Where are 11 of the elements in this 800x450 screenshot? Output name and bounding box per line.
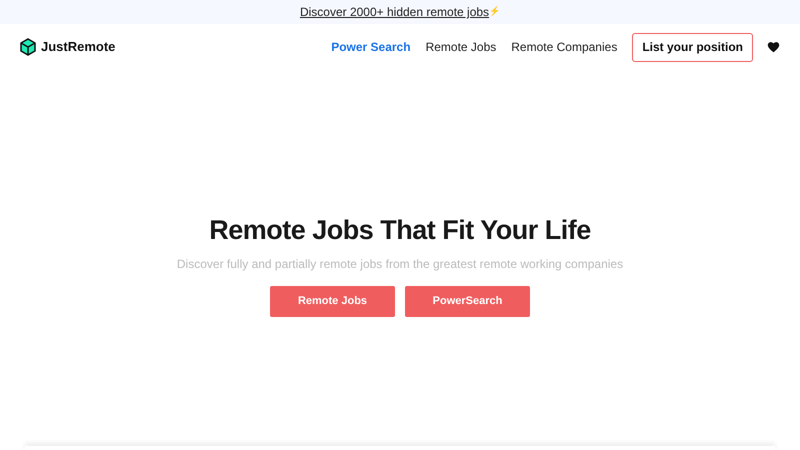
nav-link[interactable]: Power Search — [331, 38, 411, 56]
list-position-button[interactable]: List your position — [632, 32, 753, 62]
nav-link[interactable]: Remote Jobs — [426, 38, 496, 56]
logo-icon — [20, 38, 36, 56]
heart-icon[interactable] — [767, 41, 780, 53]
hero-subtitle: Discover fully and partially remote jobs from the greatest remote working companies — [176, 256, 624, 272]
logo-text: JustRemote — [41, 38, 116, 56]
hero-title: Remote Jobs That Fit Your Life — [209, 214, 591, 247]
lightning-icon: ⚡ — [489, 5, 500, 19]
nav-link[interactable]: Remote Companies — [511, 38, 618, 56]
banner-link[interactable]: Discover 2000+ hidden remote jobs — [300, 3, 490, 21]
